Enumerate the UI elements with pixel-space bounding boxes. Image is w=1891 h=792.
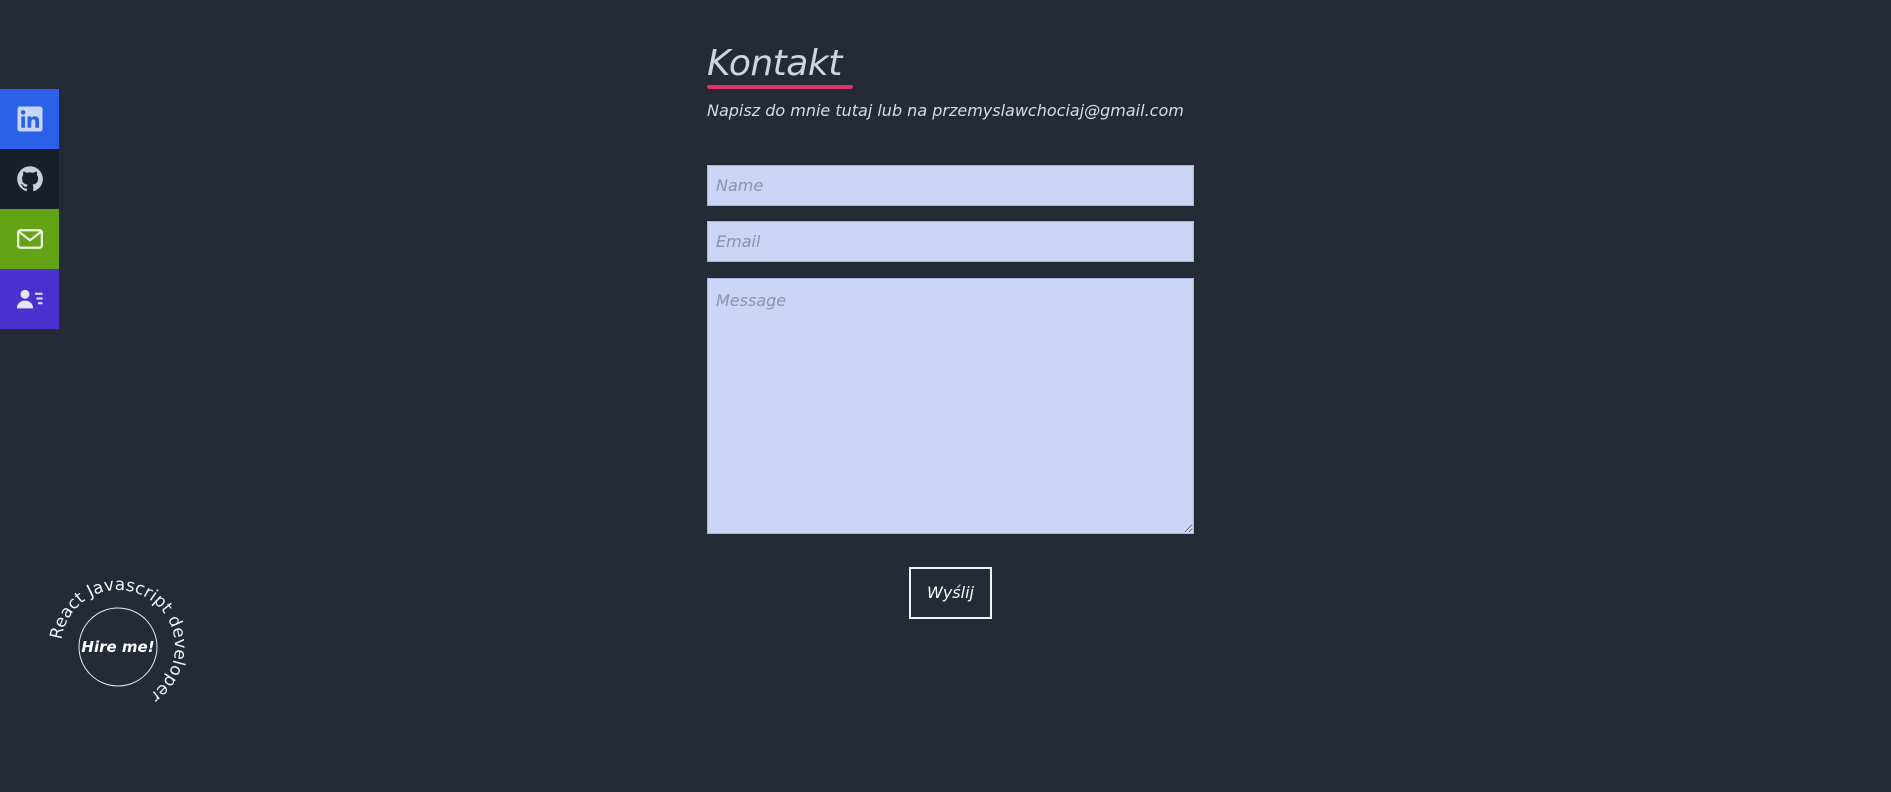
linkedin-link[interactable]	[0, 89, 59, 149]
email-link[interactable]	[0, 209, 59, 269]
hire-me-badge-graphic: Hire me! React Javascript developer	[47, 575, 191, 706]
github-link[interactable]	[0, 149, 59, 209]
hire-me-badge[interactable]: Hire me! React Javascript developer	[47, 575, 191, 714]
contact-subtitle: Napisz do mnie tutaj lub na przemyslawch…	[707, 100, 1184, 120]
social-sidebar	[0, 89, 59, 329]
contact-card-icon	[16, 289, 42, 309]
cv-link[interactable]	[0, 269, 59, 329]
submit-button[interactable]: Wyślij	[909, 566, 992, 619]
contact-form: Wyślij	[707, 164, 1194, 619]
name-field[interactable]	[707, 164, 1194, 206]
page-title: Kontakt	[707, 43, 842, 84]
message-field[interactable]	[707, 277, 1194, 534]
linkedin-icon	[17, 106, 42, 132]
github-icon	[16, 166, 43, 192]
mail-icon	[16, 229, 43, 249]
badge-label: Hire me!	[81, 638, 154, 656]
email-field[interactable]	[707, 220, 1194, 262]
contact-section: Kontakt Napisz do mnie tutaj lub na prze…	[707, 44, 1194, 619]
title-underline	[707, 84, 853, 89]
